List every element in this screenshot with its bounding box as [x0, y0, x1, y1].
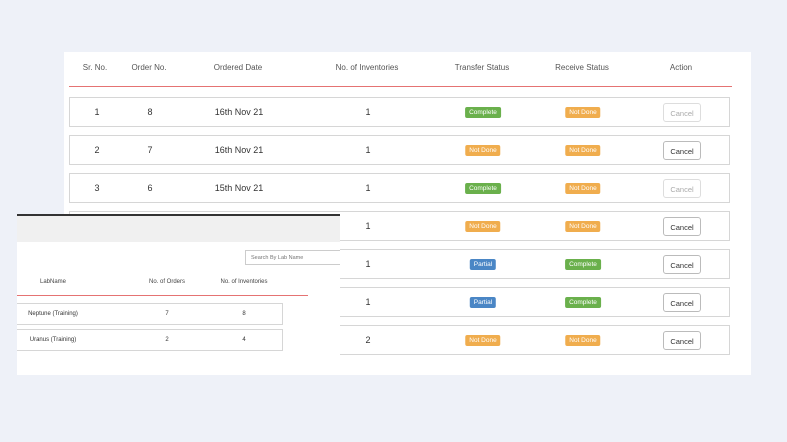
header-receive-status: Receive Status	[555, 63, 609, 72]
transfer-status-badge: Complete	[465, 107, 501, 118]
header-ordered-date: Ordered Date	[213, 63, 263, 72]
sr-no: 1	[94, 107, 100, 117]
order-no: 8	[147, 107, 153, 117]
header-transfer-status: Transfer Status	[454, 63, 510, 72]
inventories-count: 2	[365, 335, 371, 345]
header-lab-name: LabName	[39, 279, 67, 285]
cancel-button[interactable]: Cancel	[663, 179, 701, 198]
sr-no: 2	[94, 145, 100, 155]
header-order-no: Order No.	[131, 63, 167, 72]
receive-status-badge: Not Done	[565, 335, 601, 346]
header-divider	[69, 86, 732, 87]
table-row: 3 6 15th Nov 21 1 Complete Not Done Canc…	[69, 173, 730, 203]
header-no-of-orders: No. of Orders	[148, 279, 186, 285]
cancel-button[interactable]: Cancel	[663, 103, 701, 122]
receive-status-badge: Not Done	[565, 183, 601, 194]
transfer-status-badge: Not Done	[465, 221, 501, 232]
transfer-status-badge: Partial	[469, 297, 497, 308]
list-item[interactable]: Neptune (Training) 7 8	[17, 303, 283, 325]
header-action: Action	[669, 63, 693, 72]
inventories-count: 4	[242, 337, 246, 343]
table-row: 1 8 16th Nov 21 1 Complete Not Done Canc…	[69, 97, 730, 127]
header-no-of-inventories: No. of Inventories	[220, 279, 268, 285]
receive-status-badge: Not Done	[565, 221, 601, 232]
orders-count: 2	[165, 337, 169, 343]
ordered-date: 16th Nov 21	[214, 107, 264, 117]
cancel-button[interactable]: Cancel	[663, 331, 701, 350]
cancel-button[interactable]: Cancel	[663, 217, 701, 236]
lab-search-input[interactable]	[245, 250, 340, 265]
receive-status-badge: Not Done	[565, 145, 601, 156]
lab-summary-panel: LabName No. of Orders No. of Inventories…	[17, 214, 340, 375]
transfer-status-badge: Not Done	[465, 335, 501, 346]
lab-name: Uranus (Training)	[29, 337, 77, 343]
cancel-button[interactable]: Cancel	[663, 293, 701, 312]
panel-header-bar	[17, 216, 340, 242]
transfer-status-badge: Complete	[465, 183, 501, 194]
inventories-count: 1	[365, 259, 371, 269]
order-no: 6	[147, 183, 153, 193]
ordered-date: 15th Nov 21	[214, 183, 264, 193]
receive-status-badge: Not Done	[565, 107, 601, 118]
lab-name: Neptune (Training)	[28, 311, 78, 317]
orders-count: 7	[165, 311, 169, 317]
receive-status-badge: Complete	[565, 259, 601, 270]
inventories-count: 1	[365, 145, 371, 155]
cancel-button[interactable]: Cancel	[663, 255, 701, 274]
ordered-date: 16th Nov 21	[214, 145, 264, 155]
transfer-status-badge: Not Done	[465, 145, 501, 156]
header-sr-no: Sr. No.	[82, 63, 108, 72]
cancel-button[interactable]: Cancel	[663, 141, 701, 160]
inventories-count: 1	[365, 297, 371, 307]
panel-header-divider	[17, 295, 308, 296]
receive-status-badge: Complete	[565, 297, 601, 308]
header-inventories: No. of Inventories	[335, 63, 399, 72]
transfer-status-badge: Partial	[469, 259, 497, 270]
inventories-count: 1	[365, 183, 371, 193]
sr-no: 3	[94, 183, 100, 193]
list-item[interactable]: Uranus (Training) 2 4	[17, 329, 283, 351]
inventories-count: 8	[242, 311, 246, 317]
inventories-count: 1	[365, 221, 371, 231]
inventories-count: 1	[365, 107, 371, 117]
table-row: 2 7 16th Nov 21 1 Not Done Not Done Canc…	[69, 135, 730, 165]
order-no: 7	[147, 145, 153, 155]
